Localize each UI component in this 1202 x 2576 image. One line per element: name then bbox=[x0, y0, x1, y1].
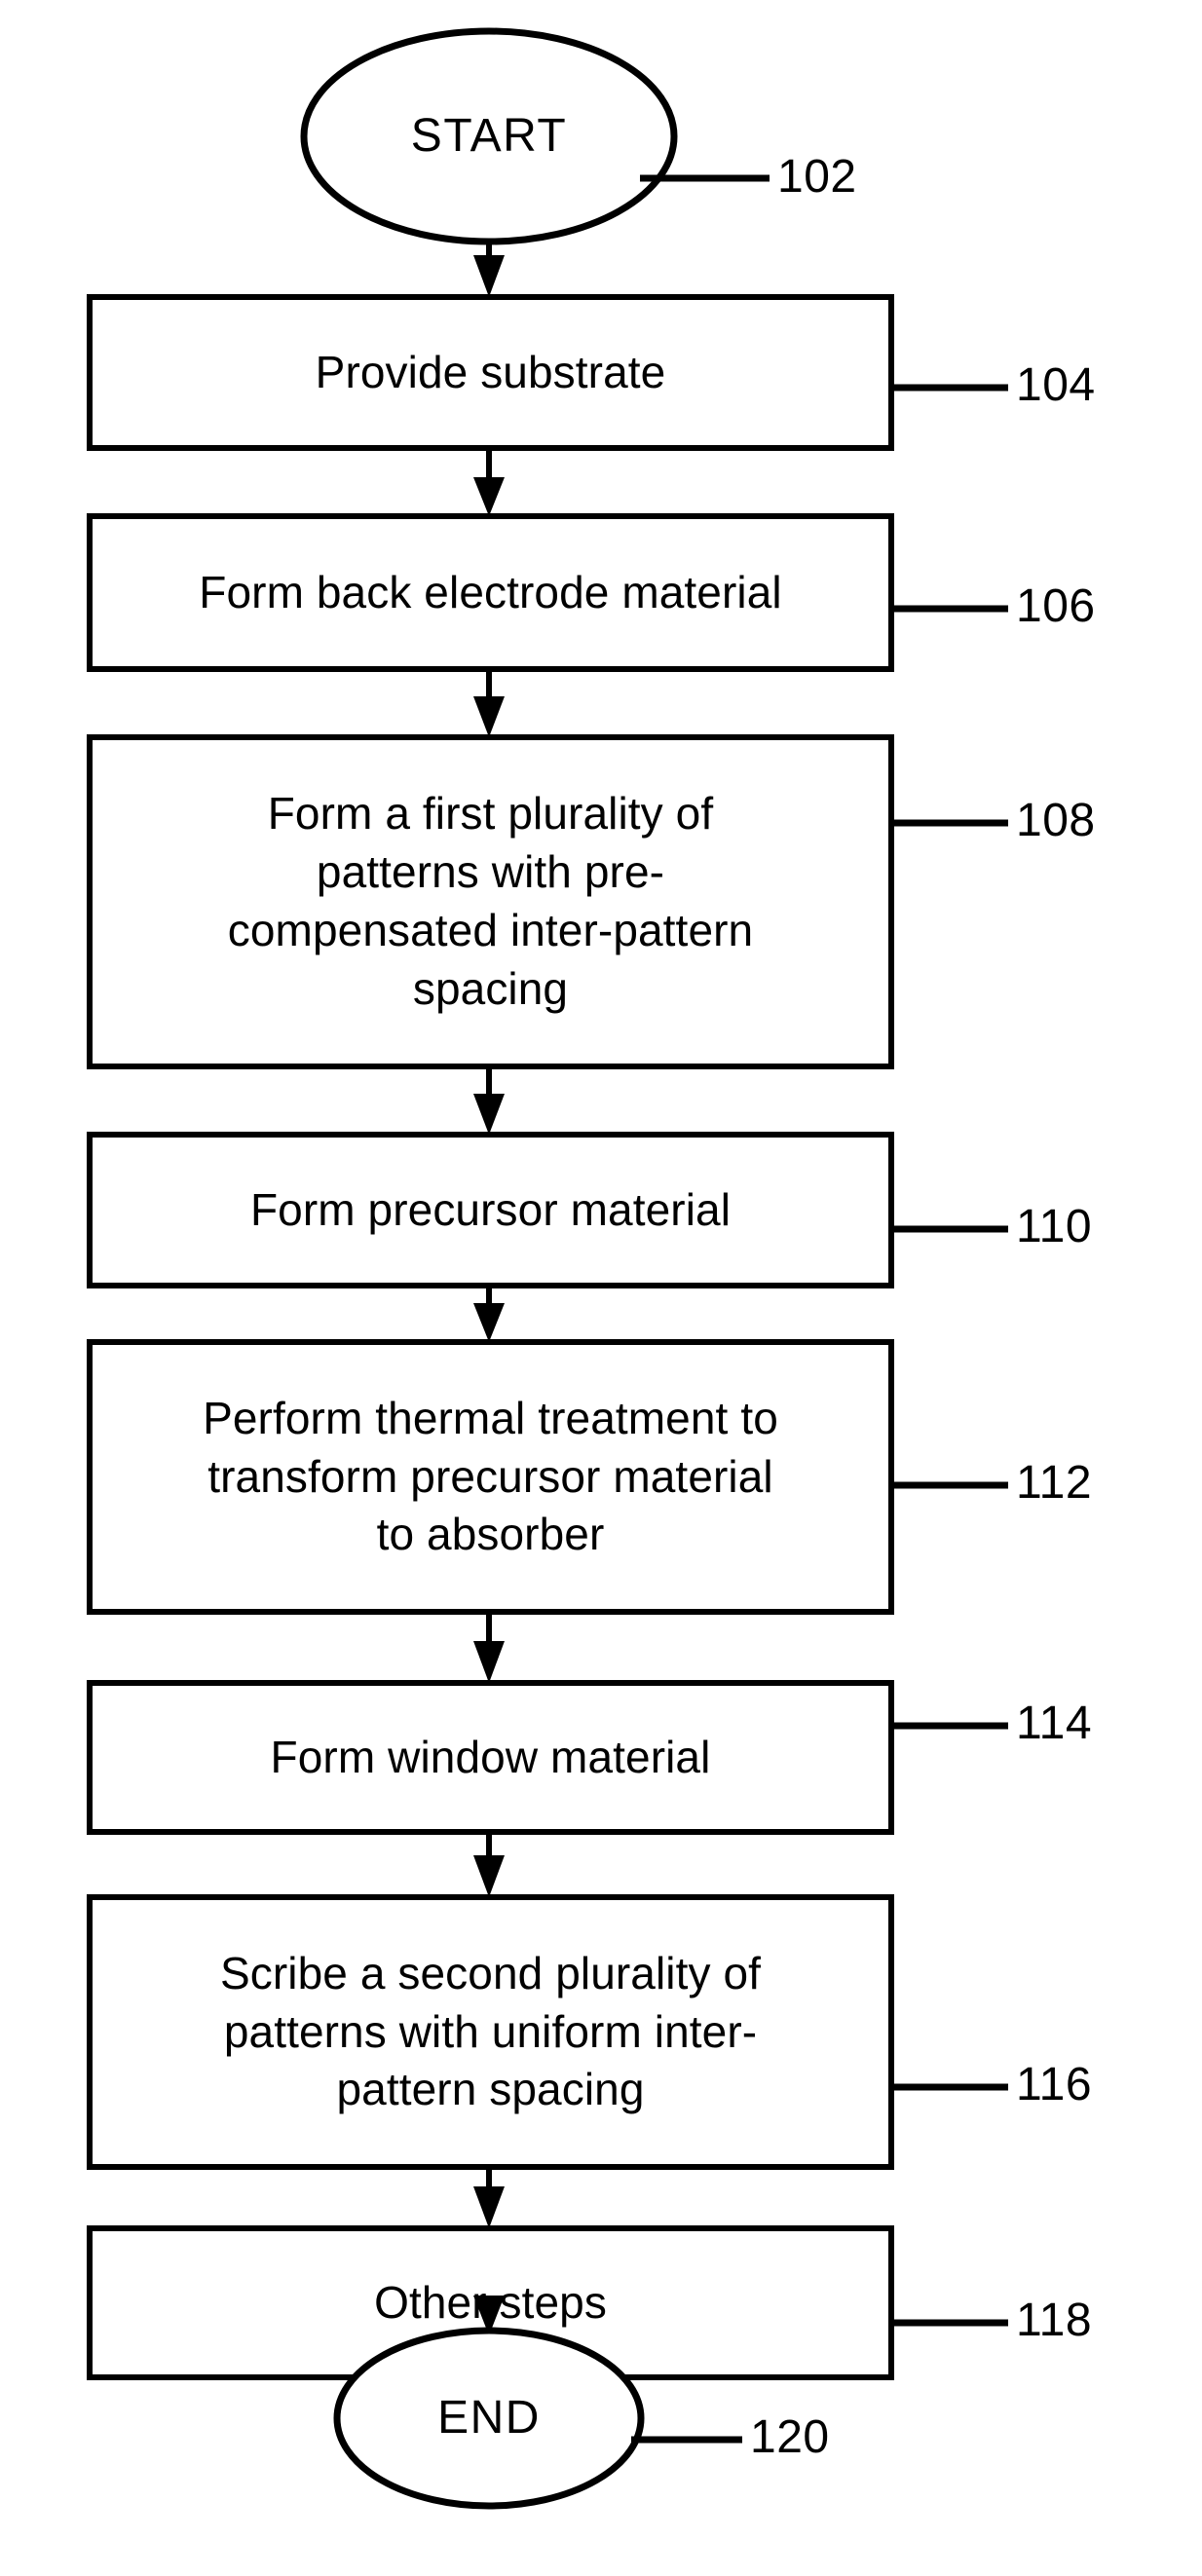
step-110-shape[interactable] bbox=[87, 1132, 894, 1288]
arrow-head-116-118 bbox=[473, 2186, 505, 2228]
arrow-head-start-104 bbox=[473, 255, 505, 297]
arrow-head-110-112 bbox=[473, 1303, 505, 1342]
arrow-head-104-106 bbox=[473, 477, 505, 516]
arrow-head-108-110 bbox=[473, 1094, 505, 1135]
step-106-shape[interactable] bbox=[87, 513, 894, 672]
step-112-shape[interactable] bbox=[87, 1339, 894, 1615]
end-terminator-shape[interactable] bbox=[333, 2327, 645, 2510]
step-108-shape[interactable] bbox=[87, 734, 894, 1069]
step-114-shape[interactable] bbox=[87, 1680, 894, 1835]
flowchart-figure: START 102 Provide substrate 104 Form bac… bbox=[0, 0, 1202, 2576]
arrow-head-106-108 bbox=[473, 696, 505, 737]
step-116-shape[interactable] bbox=[87, 1894, 894, 2170]
arrow-head-114-116 bbox=[473, 1855, 505, 1897]
flowchart-canvas bbox=[87, 27, 1008, 2510]
step-104-shape[interactable] bbox=[87, 294, 894, 451]
arrow-head-112-114 bbox=[473, 1641, 505, 1683]
start-terminator-shape[interactable] bbox=[300, 27, 678, 245]
